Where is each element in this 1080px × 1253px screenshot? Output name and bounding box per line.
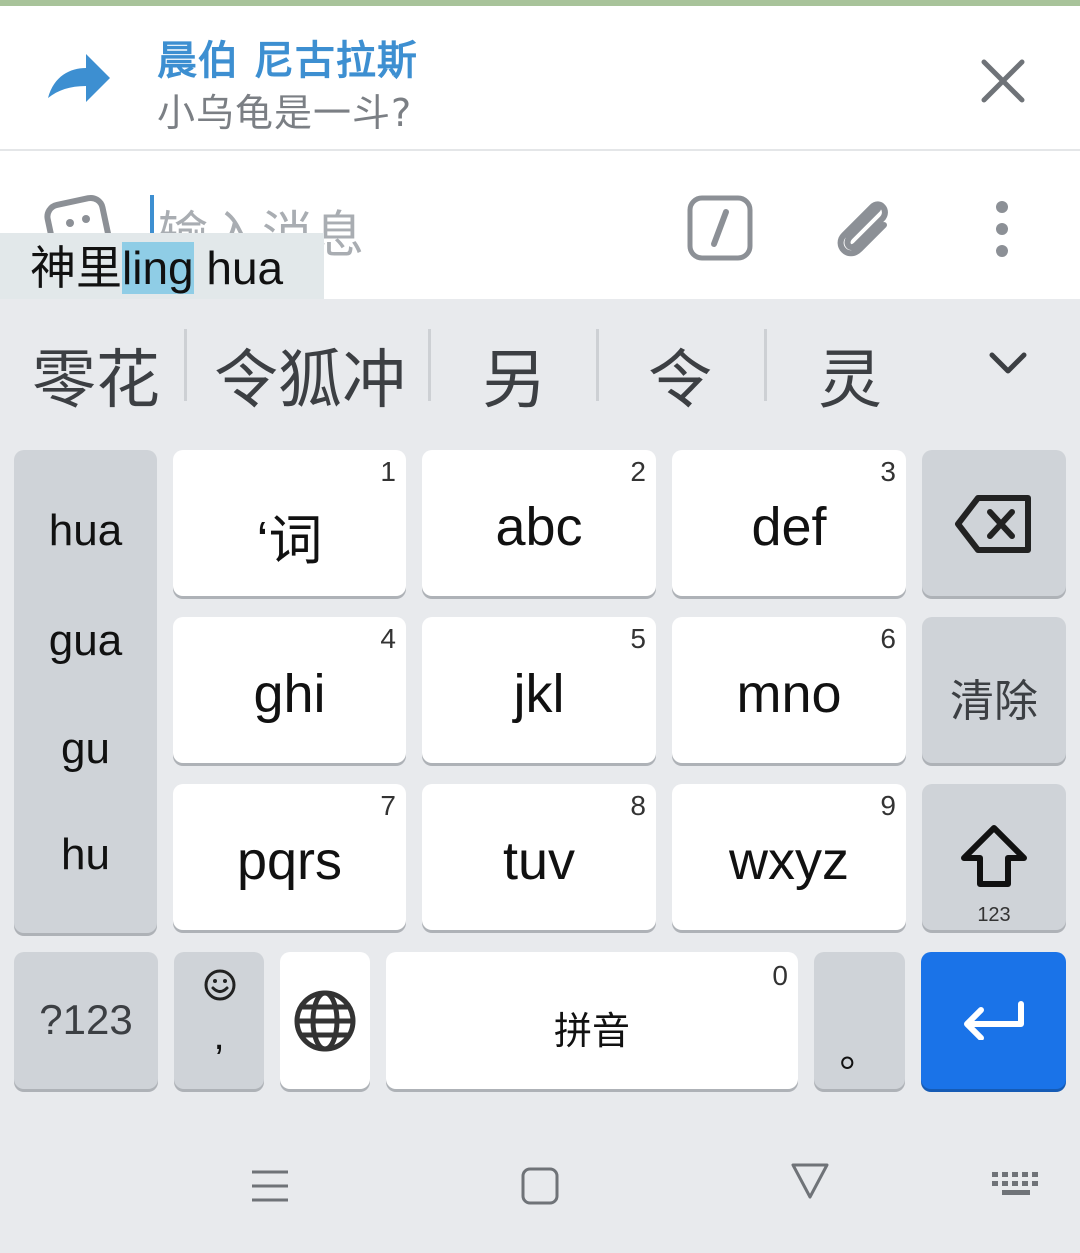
period-label: 。 [839,1031,880,1075]
home-icon[interactable] [520,1166,560,1206]
backspace-key[interactable] [922,450,1066,596]
pinyin-options-column: hua gua gu hu [14,450,157,933]
pinyin-option[interactable]: gu [14,724,157,774]
enter-icon [964,1001,1024,1040]
key-5[interactable]: 5 jkl [422,617,656,763]
composing-highlight: ling [122,242,194,294]
key-label: wxyz [729,831,849,891]
composing-prefix: 神里 [30,242,122,294]
key-number: 7 [380,790,396,821]
key-3[interactable]: 3 def [672,450,906,596]
period-key[interactable]: 。 [814,952,905,1089]
pinyin-option[interactable]: gua [14,616,157,666]
attach-icon[interactable] [830,191,900,267]
space-key[interactable]: 0 拼音 [386,952,798,1089]
key-9[interactable]: 9 wxyz [672,784,906,930]
reply-arrow-icon [48,54,110,102]
keyboard-icon[interactable] [990,1170,1042,1200]
chevron-down-icon[interactable] [986,347,1030,381]
composing-text: 神里ling hua [0,233,324,299]
key-8[interactable]: 8 tuv [422,784,656,930]
pinyin-option[interactable]: hu [14,830,157,880]
menu-icon[interactable] [250,1166,290,1206]
candidate-divider [596,329,599,401]
candidate-2[interactable]: 令狐冲 [214,329,406,421]
candidate-divider [428,329,431,401]
key-label: abc [495,497,583,557]
composing-suffix: hua [193,242,284,294]
key-label: jkl [513,664,565,724]
language-key[interactable] [280,952,370,1089]
key-label: ghi [253,664,326,724]
shift-arrow-icon [961,825,1027,887]
key-label: tuv [502,831,576,891]
candidate-3[interactable]: 另 [482,329,546,421]
key-4[interactable]: 4 ghi [173,617,406,763]
shift-key[interactable]: 123 [922,784,1066,930]
back-icon[interactable] [790,1160,830,1200]
key-1[interactable]: 1 ‘词 [173,450,406,596]
emoji-icon [204,969,236,1001]
key-number: 6 [880,623,896,654]
key-number: 9 [880,790,896,821]
reply-message-text: 小乌龟是一斗? [157,91,413,135]
emoji-comma-key[interactable]: , [174,952,264,1089]
key-label: mno [736,664,842,724]
candidate-5[interactable]: 灵 [818,329,882,421]
symbols-key[interactable]: ?123 [14,952,158,1089]
backspace-icon [955,495,1031,553]
key-6[interactable]: 6 mno [672,617,906,763]
system-nav-bar [0,1110,1080,1253]
pinyin-option[interactable]: hua [14,506,157,556]
more-options-icon[interactable] [988,199,1016,259]
space-key-number: 0 [772,960,788,991]
comma-label: , [213,1014,225,1058]
key-number: 8 [630,790,646,821]
candidate-bar: 零花 令狐冲 另 令 灵 [0,299,1080,429]
enter-key[interactable] [921,952,1066,1089]
space-key-label: 拼音 [553,1011,630,1053]
key-number: 4 [380,623,396,654]
key-7[interactable]: 7 pqrs [173,784,406,930]
symbols-key-label: ?123 [39,996,133,1043]
bot-command-icon[interactable] [686,194,754,262]
close-icon[interactable] [978,56,1028,106]
key-label: ‘词 [256,511,323,571]
clear-key-label: 清除 [950,677,1038,726]
candidate-divider [184,329,187,401]
shift-sub-label: 123 [977,904,1011,926]
clear-key[interactable]: 清除 [922,617,1066,763]
key-label: pqrs [236,831,343,891]
key-2[interactable]: 2 abc [422,450,656,596]
key-number: 3 [880,456,896,487]
key-label: def [751,497,827,557]
candidate-1[interactable]: 零花 [32,329,160,421]
key-number: 2 [630,456,646,487]
candidate-4[interactable]: 令 [648,329,712,421]
key-number: 5 [630,623,646,654]
reply-sender-name: 晨伯 尼古拉斯 [157,38,418,84]
reply-preview-bar: 晨伯 尼古拉斯 小乌龟是一斗? [0,6,1080,151]
globe-icon [294,990,356,1052]
key-number: 1 [380,456,396,487]
candidate-divider [764,329,767,401]
